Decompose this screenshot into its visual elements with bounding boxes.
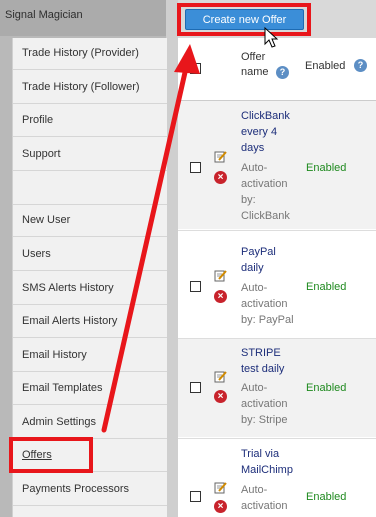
annotation-arrow (101, 26, 279, 433)
mouse-cursor-icon (264, 26, 279, 48)
